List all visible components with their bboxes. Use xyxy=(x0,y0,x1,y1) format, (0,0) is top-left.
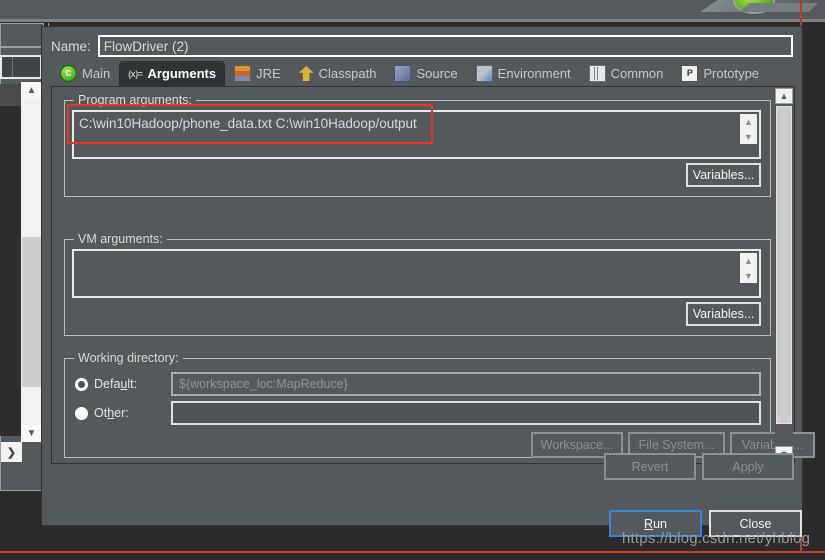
program-arguments-group: Program arguments: C:\win10Hadoop/phone_… xyxy=(64,93,771,197)
tab-main-label: Main xyxy=(82,66,111,81)
run-configurations-dialog: Name: FlowDriver (2) C Main (x)= Argumen… xyxy=(41,26,815,526)
tab-common-label: Common xyxy=(610,66,664,81)
vm-arguments-group: VM arguments: ▲ ▼ Variables... xyxy=(64,232,771,336)
environment-icon xyxy=(475,65,493,82)
prototype-p-icon: P xyxy=(681,65,699,82)
tab-prototype-label: Prototype xyxy=(703,66,760,81)
configuration-name-row: Name: FlowDriver (2) xyxy=(51,34,793,58)
working-directory-default-label: Default: xyxy=(94,377,138,391)
vm-arguments-variables-label: Variables... xyxy=(692,307,755,321)
apply-button-label: Apply xyxy=(732,459,764,474)
tab-environment-label: Environment xyxy=(497,66,571,81)
revert-button[interactable]: Revert xyxy=(604,453,696,480)
scroll-down-icon[interactable]: ▼ xyxy=(21,425,42,442)
configuration-name-value: FlowDriver (2) xyxy=(103,38,189,54)
apply-button[interactable]: Apply xyxy=(702,453,794,480)
scrollbar-track[interactable] xyxy=(775,104,793,446)
vm-arguments-textarea[interactable]: ▲ ▼ xyxy=(72,249,761,298)
tab-environment[interactable]: Environment xyxy=(467,61,580,86)
tab-jre-label: JRE xyxy=(256,66,281,81)
ide-left-toolbar-box xyxy=(0,55,42,79)
revert-button-label: Revert xyxy=(631,459,669,474)
arguments-tab-panel: Program arguments: C:\win10Hadoop/phone_… xyxy=(51,86,815,464)
working-directory-other-label: Other: xyxy=(94,406,129,420)
classpath-arrows-icon xyxy=(298,66,314,81)
annotation-underline xyxy=(0,551,825,553)
vm-arguments-scrollbar[interactable]: ▲ ▼ xyxy=(740,253,757,294)
working-directory-default-value: ${workspace_loc:MapReduce} xyxy=(179,377,348,391)
working-directory-default-field: ${workspace_loc:MapReduce} xyxy=(171,372,761,396)
arguments-panel-scrollbar[interactable]: ▲ ▼ xyxy=(775,88,793,462)
working-directory-default-radio-row[interactable]: Default: xyxy=(75,375,137,393)
working-directory-other-radio-row[interactable]: Other: xyxy=(75,404,129,422)
working-directory-group: Working directory: Default: ${workspace_… xyxy=(64,351,815,458)
program-arguments-title: Program arguments: xyxy=(74,93,196,107)
scroll-up-icon[interactable]: ▲ xyxy=(740,114,757,129)
tab-arguments[interactable]: (x)= Arguments xyxy=(119,61,226,86)
common-window-icon xyxy=(588,65,606,82)
eclipse-logo-icon xyxy=(700,0,818,14)
close-button-label: Close xyxy=(739,516,772,531)
working-directory-other-field[interactable] xyxy=(171,401,761,425)
scroll-right-icon[interactable]: ❯ xyxy=(1,442,22,462)
program-arguments-variables-label: Variables... xyxy=(692,168,755,182)
run-button-label: Run xyxy=(644,516,667,531)
tab-prototype[interactable]: P Prototype xyxy=(672,61,768,86)
scroll-up-icon[interactable]: ▲ xyxy=(21,82,42,99)
tab-jre[interactable]: JRE xyxy=(225,61,290,86)
background-vertical-scrollbar[interactable]: ▲ ▼ xyxy=(21,82,43,442)
scroll-up-icon[interactable]: ▲ xyxy=(775,88,793,104)
source-pencil-icon xyxy=(394,65,412,82)
scrollbar-thumb[interactable] xyxy=(22,237,41,387)
working-directory-variables-label: Variables... xyxy=(741,438,804,452)
program-arguments-scrollbar[interactable]: ▲ ▼ xyxy=(740,114,757,155)
jre-books-icon xyxy=(234,65,252,82)
ide-left-view: ▲ ▼ ❯ xyxy=(0,23,45,491)
java-class-icon: C xyxy=(60,65,77,82)
program-arguments-textarea[interactable]: C:\win10Hadoop/phone_data.txt C:\win10Ha… xyxy=(72,110,761,159)
radio-default-icon[interactable] xyxy=(75,377,88,391)
arguments-variable-icon: (x)= xyxy=(128,68,143,79)
tab-arguments-label: Arguments xyxy=(147,66,217,81)
vm-arguments-variables-button[interactable]: Variables... xyxy=(686,302,761,326)
tab-source[interactable]: Source xyxy=(385,61,466,86)
scrollbar-thumb[interactable] xyxy=(776,106,792,424)
file-system-button-label: File System... xyxy=(638,438,715,452)
tab-classpath[interactable]: Classpath xyxy=(290,61,386,86)
ide-toolbar-divider xyxy=(0,19,825,22)
program-arguments-variables-button[interactable]: Variables... xyxy=(686,163,761,187)
tab-common[interactable]: Common xyxy=(580,61,673,86)
configuration-name-input[interactable]: FlowDriver (2) xyxy=(97,35,793,57)
radio-other-icon[interactable] xyxy=(75,406,88,420)
program-arguments-value: C:\win10Hadoop/phone_data.txt C:\win10Ha… xyxy=(79,116,417,131)
tab-main[interactable]: C Main xyxy=(51,61,119,86)
working-directory-title: Working directory: xyxy=(74,351,183,365)
workspace-button-label: Workspace... xyxy=(540,438,614,452)
scroll-up-icon[interactable]: ▲ xyxy=(740,253,757,268)
watermark-text: https://blog.csdn.net/yhblog xyxy=(622,530,811,547)
tab-classpath-label: Classpath xyxy=(318,66,377,81)
tab-source-label: Source xyxy=(416,66,458,81)
configuration-tabbar: C Main (x)= Arguments JRE Classpath Sour… xyxy=(51,61,793,87)
vm-arguments-title: VM arguments: xyxy=(74,232,167,246)
name-label: Name: xyxy=(51,38,91,54)
scroll-down-icon[interactable]: ▼ xyxy=(740,268,757,283)
scroll-down-icon[interactable]: ▼ xyxy=(740,129,757,144)
